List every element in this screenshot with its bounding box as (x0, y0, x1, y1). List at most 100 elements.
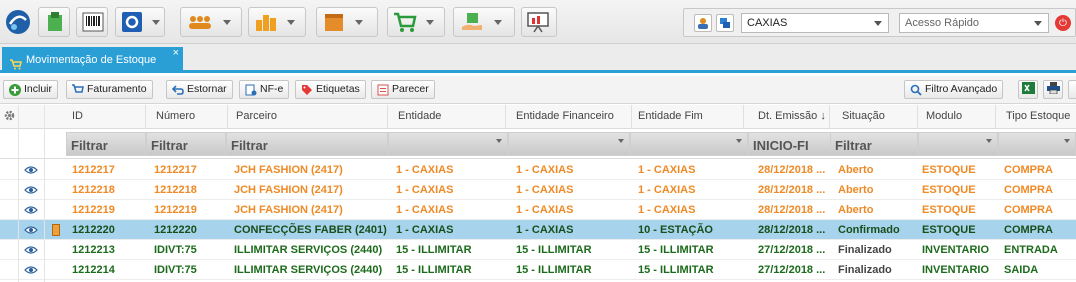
filter-tipo-estoque[interactable] (998, 132, 1076, 156)
eye-icon[interactable] (24, 185, 38, 195)
cell-parceiro: ILLIMITAR SERVIÇOS (2440) (234, 244, 383, 256)
filter-entidade-fim[interactable] (630, 132, 748, 156)
barcode-button[interactable] (76, 7, 108, 37)
tab-strip: Movimentação de Estoque × (0, 44, 1076, 73)
chevron-down-icon (152, 19, 160, 25)
gear-icon[interactable] (3, 109, 16, 125)
col-header-situacao[interactable]: Situação (838, 105, 918, 129)
incluir-label: Incluir (24, 83, 53, 95)
table-row[interactable]: 1212217 1212217 JCH FASHION (2417) 1 - CAXI… (0, 160, 1076, 180)
faturamento-button[interactable]: Faturamento (66, 80, 153, 99)
windows-icon[interactable] (716, 14, 734, 32)
package-icon (321, 10, 347, 34)
col-header-entidade-fim[interactable]: Entidade Fim (634, 105, 744, 129)
filter-modulo[interactable] (918, 132, 998, 156)
cell-situacao: Confirmado (838, 224, 900, 236)
cart-menu-button[interactable] (387, 7, 445, 37)
cell-entidade: 1 - CAXIAS (396, 224, 454, 236)
filtro-avancado-button[interactable]: Filtro Avançado (904, 80, 1004, 99)
estornar-button[interactable]: Estornar (166, 80, 233, 99)
col-header-parceiro[interactable]: Parceiro (232, 105, 388, 129)
reports-menu-button[interactable] (248, 7, 306, 37)
cell-numero: 1212220 (154, 224, 197, 236)
col-header-entidade[interactable]: Entidade (394, 105, 506, 129)
table-row[interactable]: 1212214 IDIVT:75 ILLIMITAR SERVIÇOS (2440)… (0, 260, 1076, 280)
filter-entidade[interactable] (388, 132, 508, 156)
excel-export-button[interactable] (1018, 80, 1038, 99)
cell-emissao: 28/12/2018 ... (758, 224, 826, 236)
cell-modulo: ESTOQUE (922, 184, 976, 196)
logout-icon[interactable]: ⏻ (1055, 15, 1071, 31)
cell-ent_fin: 1 - CAXIAS (516, 164, 574, 176)
cell-id: 1212220 (72, 224, 115, 236)
cell-entidade: 15 - ILLIMITAR (396, 264, 472, 276)
company-select[interactable]: CAXIAS (741, 13, 889, 33)
parecer-button[interactable]: Parecer (371, 80, 435, 99)
filter-dt-emissao[interactable]: INICIO-FI (748, 132, 832, 156)
col-header-tipo-estoque[interactable]: Tipo Estoque (1002, 105, 1076, 129)
cell-numero: 1212218 (154, 184, 197, 196)
more-actions-button[interactable] (1068, 80, 1076, 99)
eye-icon[interactable] (24, 245, 38, 255)
filter-entidade-financeiro[interactable] (508, 132, 630, 156)
table-row[interactable]: 1212220 1212220 CONFECÇÕES FABER (2401) 1 -… (0, 220, 1076, 240)
col-header-dt-emissao[interactable]: Dt. Emissão ↓ (754, 105, 830, 129)
cell-numero: 1212217 (154, 164, 197, 176)
col-header-numero[interactable]: Número (152, 105, 228, 129)
package-menu-button[interactable] (316, 7, 378, 37)
table-row[interactable]: 1212213 IDIVT:75 ILLIMITAR SERVIÇOS (2440)… (0, 240, 1076, 260)
col-header-id[interactable]: ID (68, 105, 146, 129)
cell-tipo: COMPRA (1004, 184, 1053, 196)
cell-parceiro: JCH FASHION (2417) (234, 164, 343, 176)
etiquetas-button[interactable]: Etiquetas (295, 80, 366, 99)
printer-icon (1046, 82, 1060, 97)
app-logo-icon[interactable] (4, 8, 32, 36)
tab-movimentacao-estoque[interactable]: Movimentação de Estoque × (2, 47, 183, 73)
stock-upload-button[interactable] (38, 7, 70, 37)
column-divider (18, 105, 19, 282)
logistics-menu-button[interactable] (453, 7, 515, 37)
filter-numero[interactable]: Filtrar (146, 132, 226, 156)
eye-icon[interactable] (24, 165, 38, 175)
eye-icon[interactable] (24, 225, 38, 235)
eye-icon[interactable] (24, 205, 38, 215)
cell-modulo: ESTOQUE (922, 204, 976, 216)
settings-menu-button[interactable] (115, 7, 165, 37)
chevron-down-icon (287, 19, 295, 25)
nfe-button[interactable]: NF-e (239, 80, 290, 99)
col-header-entidade-financeiro[interactable]: Entidade Financeiro (512, 105, 632, 129)
cell-emissao: 28/12/2018 ... (758, 164, 826, 176)
table-row[interactable]: 1212218 1212218 JCH FASHION (2417) 1 - CAXI… (0, 180, 1076, 200)
filter-parceiro[interactable]: Filtrar (226, 132, 388, 156)
document-icon (376, 83, 389, 96)
people-menu-button[interactable] (180, 7, 242, 37)
column-divider (44, 105, 45, 282)
presentation-button[interactable] (521, 7, 557, 37)
settings-box-icon (120, 10, 144, 34)
cell-ent_fim: 15 - ILLIMITAR (638, 244, 714, 256)
cell-emissao: 28/12/2018 ... (758, 204, 826, 216)
incluir-button[interactable]: Incluir (3, 80, 59, 99)
cell-parceiro: JCH FASHION (2417) (234, 184, 343, 196)
print-button[interactable] (1043, 80, 1063, 99)
cell-ent_fim: 1 - CAXIAS (638, 184, 696, 196)
bar-chart-icon (253, 10, 279, 34)
user-icon[interactable] (694, 14, 712, 32)
cell-modulo: ESTOQUE (922, 164, 976, 176)
quick-access-select[interactable]: Acesso Rápido (899, 13, 1049, 33)
cell-ent_fin: 1 - CAXIAS (516, 204, 574, 216)
close-icon[interactable]: × (173, 40, 179, 66)
filter-situacao[interactable]: Filtrar (830, 132, 918, 156)
cart-icon (392, 10, 418, 34)
table-row[interactable]: 1212219 1212219 JCH FASHION (2417) 1 - CAXI… (0, 200, 1076, 220)
col-header-modulo[interactable]: Modulo (922, 105, 996, 129)
parecer-label: Parecer (392, 83, 429, 95)
eye-icon[interactable] (24, 265, 38, 275)
filter-id[interactable]: Filtrar (66, 132, 146, 156)
cell-entidade: 1 - CAXIAS (396, 164, 454, 176)
cell-numero: IDIVT:75 (154, 244, 197, 256)
quick-access-value: Acesso Rápido (905, 17, 979, 29)
action-bar: Incluir Faturamento Estornar NF-e Etique… (0, 76, 1076, 104)
cell-situacao: Finalizado (838, 244, 892, 256)
cell-situacao: Aberto (838, 204, 874, 216)
